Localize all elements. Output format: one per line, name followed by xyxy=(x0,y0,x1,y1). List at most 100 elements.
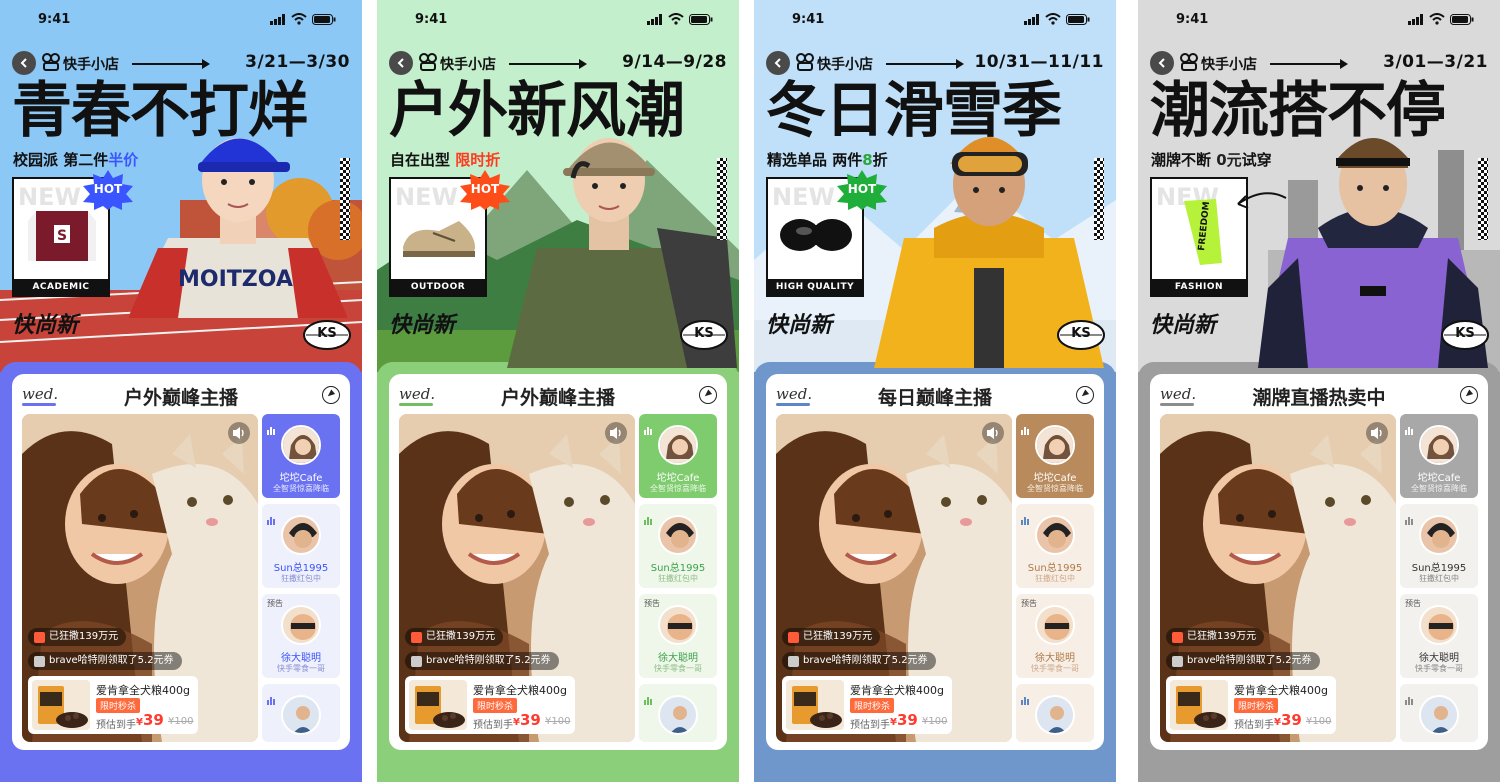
speaker-icon xyxy=(982,422,1004,448)
live-bars-icon xyxy=(1405,510,1415,529)
product-offer-card[interactable]: 爱肯拿全犬粮400g限时秒杀预估到手39 ¥100 xyxy=(405,676,575,734)
compass-icon[interactable] xyxy=(322,386,340,404)
subline-text: 自在出型 xyxy=(390,151,456,169)
back-button[interactable] xyxy=(12,51,36,75)
checker-stripe xyxy=(1478,158,1488,240)
campaign-dates: 3/01—3/21 xyxy=(1383,52,1488,72)
battery-icon xyxy=(312,14,336,25)
campaign-subline: 校园派 第二件半价 xyxy=(13,149,138,170)
subline-highlight: 8 xyxy=(862,151,873,169)
wifi-icon xyxy=(1429,13,1445,25)
subline-text: 校园派 第二件 xyxy=(13,151,109,169)
panel-title: 潮牌直播热卖中 xyxy=(1252,387,1386,409)
live-panel: wed. 户外巅峰主播 已狂撒139万元 brave哈特刚领取了5.2元券 爱肯拿全犬粮… xyxy=(389,374,727,750)
streamer-subtitle: 全智贤惊喜降临 xyxy=(1027,484,1083,493)
streamer-item[interactable] xyxy=(1400,684,1478,742)
streamer-subtitle: 快手零食一哥 xyxy=(654,664,702,673)
product-category-label: HIGH QUALITY xyxy=(768,279,862,295)
subline-highlight: 限时折 xyxy=(455,151,501,169)
user-avatar-icon xyxy=(411,655,422,667)
raised-amount-text: 已狂撒139万元 xyxy=(1187,631,1257,642)
back-button[interactable] xyxy=(389,51,413,75)
estimated-price-label: 预估到手 xyxy=(96,720,136,731)
streamer-name: 坨坨Cafe xyxy=(279,473,323,484)
streamer-avatar xyxy=(281,605,321,645)
streamer-item[interactable]: 坨坨Cafe 全智贤惊喜降临 xyxy=(639,414,717,498)
shop-logo-icon xyxy=(419,53,437,75)
back-button[interactable] xyxy=(766,51,790,75)
streamer-item[interactable]: Sun总1995 狂撒红包中 xyxy=(1016,504,1094,588)
arrow-line xyxy=(509,59,587,69)
product-offer-card[interactable]: 爱肯拿全犬粮400g限时秒杀预估到手39 ¥100 xyxy=(28,676,198,734)
streamer-item[interactable]: Sun总1995 狂撒红包中 xyxy=(639,504,717,588)
streamer-item[interactable]: 预告 徐大聪明 快手零食一哥 xyxy=(639,594,717,678)
poster-phone: MOITZOA 9:41 快手小店 3/21—3/30 青春不打烊 校园派 第二件半价 NE… xyxy=(0,0,362,782)
back-button[interactable] xyxy=(1150,51,1174,75)
compass-icon[interactable] xyxy=(1460,386,1478,404)
live-video[interactable]: 已狂撒139万元 brave哈特刚领取了5.2元券 爱肯拿全犬粮400g 限时秒杀 预估… xyxy=(776,414,1012,742)
compass-icon[interactable] xyxy=(1076,386,1094,404)
campaign-dates: 9/14—9/28 xyxy=(622,52,727,72)
estimated-price-label: 预估到手 xyxy=(1234,720,1274,731)
subline-text-end: 试穿 xyxy=(1241,151,1272,169)
streamer-avatar xyxy=(281,515,321,555)
streamer-item[interactable] xyxy=(1016,684,1094,742)
product-offer-card[interactable]: 爱肯拿全犬粮400g限时秒杀预估到手39 ¥100 xyxy=(1166,676,1336,734)
hot-badge-label: HOT xyxy=(470,182,500,196)
streamer-item[interactable] xyxy=(262,684,340,742)
streamer-item[interactable]: 坨坨Cafe 全智贤惊喜降临 xyxy=(1016,414,1094,498)
product-offer-card[interactable]: 爱肯拿全犬粮400g限时秒杀预估到手39 ¥100 xyxy=(782,676,952,734)
subline-text: 潮牌不断 xyxy=(1151,151,1217,169)
user-avatar-icon xyxy=(1172,655,1183,667)
current-price: 39 xyxy=(890,711,918,729)
coupon-claim-text: brave哈特刚领取了5.2元券 xyxy=(426,655,551,666)
streamer-item[interactable]: 预告 徐大聪明 快手零食一哥 xyxy=(262,594,340,678)
live-bars-icon xyxy=(267,420,277,439)
poster-phone: 9:41 快手小店 3/01—3/21 潮流搭不停 潮牌不断 0元试穿 NEW FREEDO… xyxy=(1138,0,1500,782)
speaker-button[interactable] xyxy=(982,422,1004,444)
status-bar: 9:41 xyxy=(377,10,739,32)
subline-text-end: 折 xyxy=(872,151,888,169)
streamer-subtitle: 狂撒红包中 xyxy=(658,574,698,583)
streamer-avatar xyxy=(1419,695,1459,735)
streamer-item[interactable] xyxy=(639,684,717,742)
streamer-name: 徐大聪明 xyxy=(281,653,321,664)
preview-tag: 预告 xyxy=(267,599,283,608)
signal-icon xyxy=(270,14,286,25)
product-category-label: ACADEMIC xyxy=(14,279,108,295)
live-bars-icon xyxy=(1405,690,1415,709)
brand-name: 快手小店 xyxy=(1201,57,1257,73)
signal-icon xyxy=(1408,14,1424,25)
live-video[interactable]: 已狂撒139万元 brave哈特刚领取了5.2元券爱肯拿全犬粮400g 限时秒杀 预估… xyxy=(1160,414,1396,742)
speaker-icon xyxy=(605,422,627,448)
original-price: ¥100 xyxy=(922,716,948,727)
streamer-item[interactable]: 坨坨Cafe 全智贤惊喜降临 xyxy=(262,414,340,498)
speaker-icon xyxy=(228,422,250,448)
coupon-claim-pill: brave哈特刚领取了5.2元券 xyxy=(1166,652,1320,670)
streamer-item[interactable]: 预告 徐大聪明 快手零食一哥 xyxy=(1400,594,1478,678)
signal-icon xyxy=(647,14,663,25)
streamer-item[interactable]: 坨坨Cafe 全智贤惊喜降临 xyxy=(1400,414,1478,498)
speaker-button[interactable] xyxy=(1366,422,1388,444)
coupon-claim-text: brave哈特刚领取了5.2元券 xyxy=(803,655,928,666)
brand-logo: 快手小店 xyxy=(419,53,496,75)
live-video[interactable]: 已狂撒139万元 brave哈特刚领取了5.2元券 爱肯拿全犬粮400g 限时秒杀 预估… xyxy=(22,414,258,742)
speaker-button[interactable] xyxy=(605,422,627,444)
subline-highlight: 半价 xyxy=(108,151,139,169)
streamer-item[interactable]: Sun总1995 狂撒红包中 xyxy=(262,504,340,588)
raised-amount-text: 已狂撒139万元 xyxy=(803,631,873,642)
ks-badge-text: KS xyxy=(1455,326,1475,341)
streamer-item[interactable]: Sun总1995 狂撒红包中 xyxy=(1400,504,1478,588)
preview-tag: 预告 xyxy=(1405,599,1421,608)
streamer-name: 坨坨Cafe xyxy=(656,473,700,484)
raised-amount-pill: 已狂撒139万元 xyxy=(1166,628,1265,646)
streamer-item[interactable]: 预告 徐大聪明 快手零食一哥 xyxy=(1016,594,1094,678)
streamer-avatar xyxy=(281,695,321,735)
compass-icon[interactable] xyxy=(699,386,717,404)
speaker-button[interactable] xyxy=(228,422,250,444)
live-bars-icon xyxy=(267,690,277,709)
hot-badge-label: HOT xyxy=(93,182,123,196)
battery-icon xyxy=(1066,14,1090,25)
streamer-avatar xyxy=(1419,425,1459,465)
live-video[interactable]: 已狂撒139万元 brave哈特刚领取了5.2元券 爱肯拿全犬粮400g 限时秒杀 预估… xyxy=(399,414,635,742)
